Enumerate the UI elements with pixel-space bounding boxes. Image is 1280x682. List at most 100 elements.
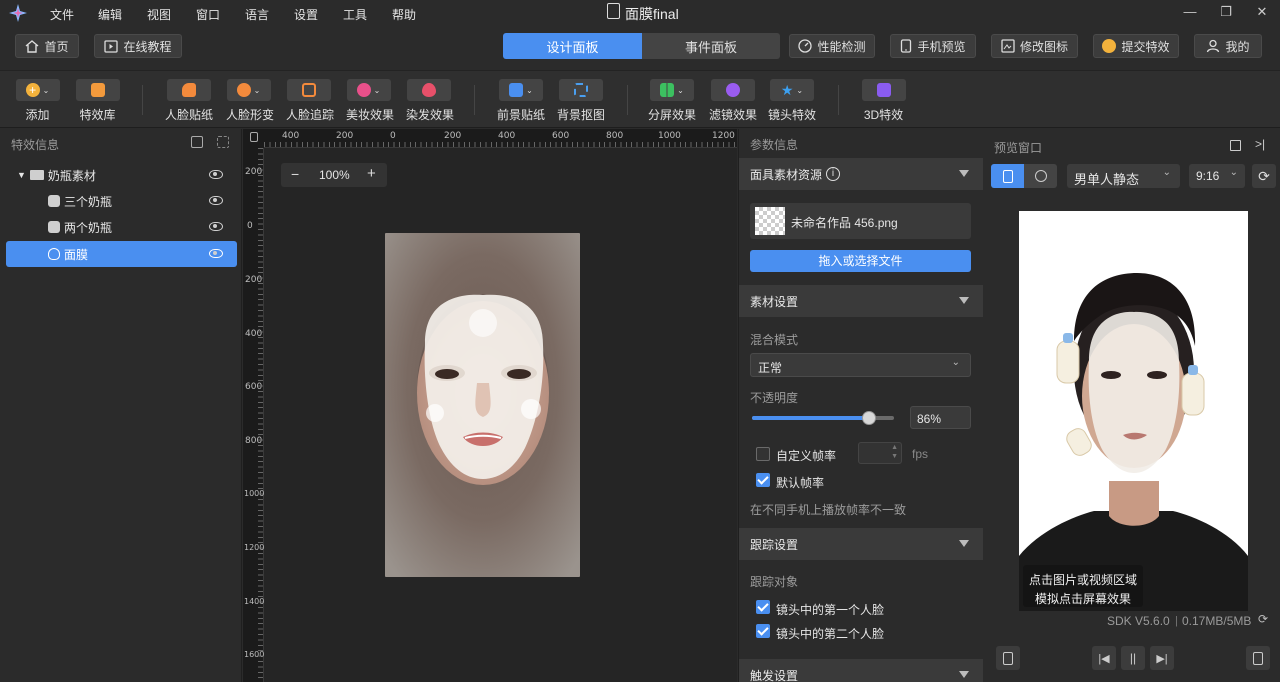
submit-effect-button[interactable]: 提交特效: [1093, 34, 1179, 58]
tool-filter[interactable]: 滤镜效果: [709, 79, 757, 123]
ruler-tick: 0: [390, 131, 396, 141]
tree-folder-bottle[interactable]: ▼ 奶瓶素材: [6, 162, 237, 188]
tool-face-warp[interactable]: ⌄ 人脸形变: [226, 79, 274, 123]
zoom-out-button[interactable]: −: [291, 166, 299, 182]
tool-background-matting[interactable]: 背景抠图: [557, 79, 605, 123]
mask-texture-image: [385, 233, 580, 577]
section-material-settings[interactable]: 素材设置: [739, 285, 983, 317]
ruler-tick: 400: [498, 131, 516, 141]
section-tracking-settings[interactable]: 跟踪设置: [739, 528, 983, 560]
tool-face-tracking[interactable]: 人脸追踪: [286, 79, 334, 123]
tool-makeup[interactable]: ⌄ 美妆效果: [346, 79, 394, 123]
panel-title: 特效信息: [11, 138, 60, 152]
menu-tools[interactable]: 工具: [343, 6, 367, 23]
sdk-version: SDK V5.6.0: [1107, 614, 1170, 628]
minimize-button[interactable]: —: [1180, 4, 1200, 22]
face-mask-texture[interactable]: [385, 233, 580, 577]
menu-file[interactable]: 文件: [50, 6, 74, 23]
stepper-up-icon[interactable]: ▲: [891, 444, 898, 451]
ratio-select[interactable]: 9:16 ⌄: [1189, 164, 1245, 188]
tool-lens-label: 镜头特效: [768, 108, 817, 122]
lock-icon[interactable]: [250, 132, 258, 142]
opacity-slider[interactable]: [752, 411, 894, 425]
collapse-panel-icon[interactable]: >|: [1255, 137, 1265, 151]
custom-fps-checkbox[interactable]: [756, 447, 770, 461]
info-icon[interactable]: i: [826, 167, 841, 181]
file-slot[interactable]: 未命名作品 456.png: [750, 203, 971, 239]
close-button[interactable]: ✕: [1252, 4, 1272, 22]
tab-design-panel[interactable]: 设计面板: [503, 33, 642, 59]
tool-hair-dye[interactable]: 染发效果: [406, 79, 454, 123]
preview-panel: 预览窗口 >| 男单人静态 ⌄ 9:16 ⌄ ⟳ 点击图片或视频区域 模拟点击屏…: [983, 129, 1280, 682]
tree-item-two-bottles[interactable]: 两个奶瓶: [6, 214, 237, 240]
section-mask-resource[interactable]: 面具素材资源 i: [739, 158, 983, 190]
tool-lens-effect[interactable]: ★ ⌄ 镜头特效: [768, 79, 816, 123]
menu-window[interactable]: 窗口: [196, 6, 220, 23]
tool-add[interactable]: + ⌄ 添加: [15, 79, 60, 123]
stepper-down-icon[interactable]: ▼: [891, 453, 898, 460]
copy-layer-icon[interactable]: [191, 136, 203, 148]
export-file-icon: [1253, 651, 1263, 665]
tool-split-screen-label: 分屏效果: [648, 108, 697, 122]
visibility-eye-icon[interactable]: [209, 249, 223, 258]
tool-split-screen[interactable]: ⌄ 分屏效果: [648, 79, 696, 123]
change-icon-button[interactable]: 修改图标: [991, 34, 1078, 58]
toolbar-divider: [474, 85, 475, 115]
screenshot-button[interactable]: [996, 646, 1020, 670]
image-mode-button[interactable]: [991, 164, 1024, 188]
fps-input[interactable]: ▲ ▼: [858, 442, 902, 464]
menu-view[interactable]: 视图: [147, 6, 171, 23]
opacity-slider-handle[interactable]: [862, 411, 876, 425]
refresh-button[interactable]: ⟳: [1252, 164, 1276, 188]
maximize-button[interactable]: ❐: [1216, 4, 1236, 22]
menu-settings[interactable]: 设置: [294, 6, 318, 23]
tool-foreground-sticker[interactable]: ⌄ 前景贴纸: [497, 79, 545, 123]
refresh-size-icon[interactable]: ⟳: [1258, 612, 1268, 626]
visibility-eye-icon[interactable]: [209, 170, 223, 179]
section-trigger-settings[interactable]: 触发设置: [739, 659, 983, 682]
pause-icon: ||: [1129, 651, 1137, 665]
tool-3d-effect[interactable]: 3D特效: [861, 79, 906, 123]
cube-3d-icon: [876, 83, 891, 97]
previous-frame-button[interactable]: |◀: [1092, 646, 1116, 670]
track-face-2-checkbox[interactable]: [756, 624, 770, 638]
phone-preview-button[interactable]: 手机预览: [890, 34, 976, 58]
performance-check-button[interactable]: 性能检测: [789, 34, 875, 58]
visibility-eye-icon[interactable]: [209, 196, 223, 205]
menu-language[interactable]: 语言: [245, 6, 269, 23]
chevron-down-icon: ⌄: [253, 85, 261, 95]
blend-mode-select[interactable]: 正常 ⌄: [750, 353, 971, 377]
my-account-button[interactable]: 我的: [1194, 34, 1262, 58]
library-icon: [90, 83, 105, 97]
tab-event-panel[interactable]: 事件面板: [642, 33, 780, 59]
track-face-1-checkbox[interactable]: [756, 600, 770, 614]
crop-icon[interactable]: [1230, 140, 1241, 151]
gauge-icon: [798, 39, 813, 53]
tree-item-three-bottles[interactable]: 三个奶瓶: [6, 188, 237, 214]
tool-face-sticker[interactable]: 人脸贴纸: [165, 79, 213, 123]
default-fps-checkbox[interactable]: [756, 473, 770, 487]
zoom-in-button[interactable]: +: [367, 165, 376, 182]
model-select[interactable]: 男单人静态 ⌄: [1067, 164, 1180, 188]
opacity-input[interactable]: 86%: [910, 406, 971, 429]
visibility-eye-icon[interactable]: [209, 222, 223, 231]
home-button[interactable]: 首页: [15, 34, 79, 58]
upload-file-button[interactable]: 拖入或选择文件: [750, 250, 971, 272]
custom-fps-label: 自定义帧率: [776, 449, 837, 463]
menu-help[interactable]: 帮助: [392, 6, 416, 23]
pause-button[interactable]: ||: [1121, 646, 1145, 670]
next-frame-button[interactable]: ▶|: [1150, 646, 1174, 670]
tool-effect-library[interactable]: 特效库: [75, 79, 120, 123]
menu-edit[interactable]: 编辑: [98, 6, 122, 23]
group-layer-icon[interactable]: [217, 136, 229, 148]
export-button[interactable]: [1246, 646, 1270, 670]
matting-frame-icon: [574, 83, 588, 97]
user-icon: [1207, 39, 1220, 53]
tree-item-face-mask[interactable]: 面膜: [6, 241, 237, 267]
tutorial-button[interactable]: 在线教程: [94, 34, 182, 58]
change-icon-label: 修改图标: [1019, 39, 1068, 54]
preview-photo: [1019, 273, 1248, 611]
preview-viewport[interactable]: 点击图片或视频区域 模拟点击屏幕效果: [1019, 211, 1248, 611]
toolbar-divider: [142, 85, 143, 115]
camera-mode-button[interactable]: [1024, 164, 1057, 188]
